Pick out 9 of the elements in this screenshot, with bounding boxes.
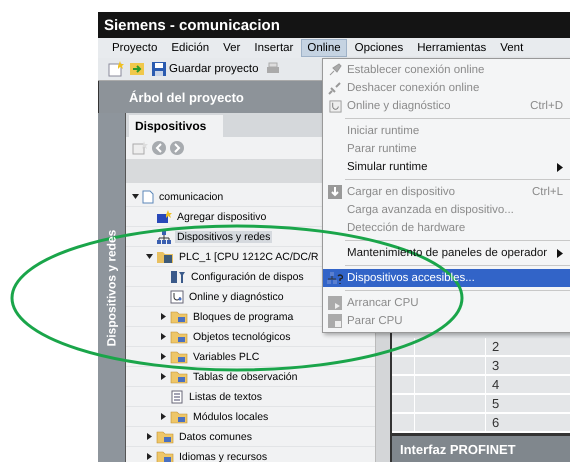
shortcut-text: Ctrl+D: [530, 100, 563, 112]
window-title: Siemens - comunicacion: [98, 12, 570, 38]
table-cell-text: 3: [491, 357, 500, 374]
table-cell-text: 6: [491, 414, 500, 431]
shortcut-text: Ctrl+L: [532, 186, 563, 198]
table-cell-text: 2: [491, 338, 500, 355]
table-cell-text: 5: [491, 395, 500, 412]
table-cell-text: 4: [491, 376, 500, 393]
panel-title: Interfaz PROFINET: [392, 433, 570, 462]
